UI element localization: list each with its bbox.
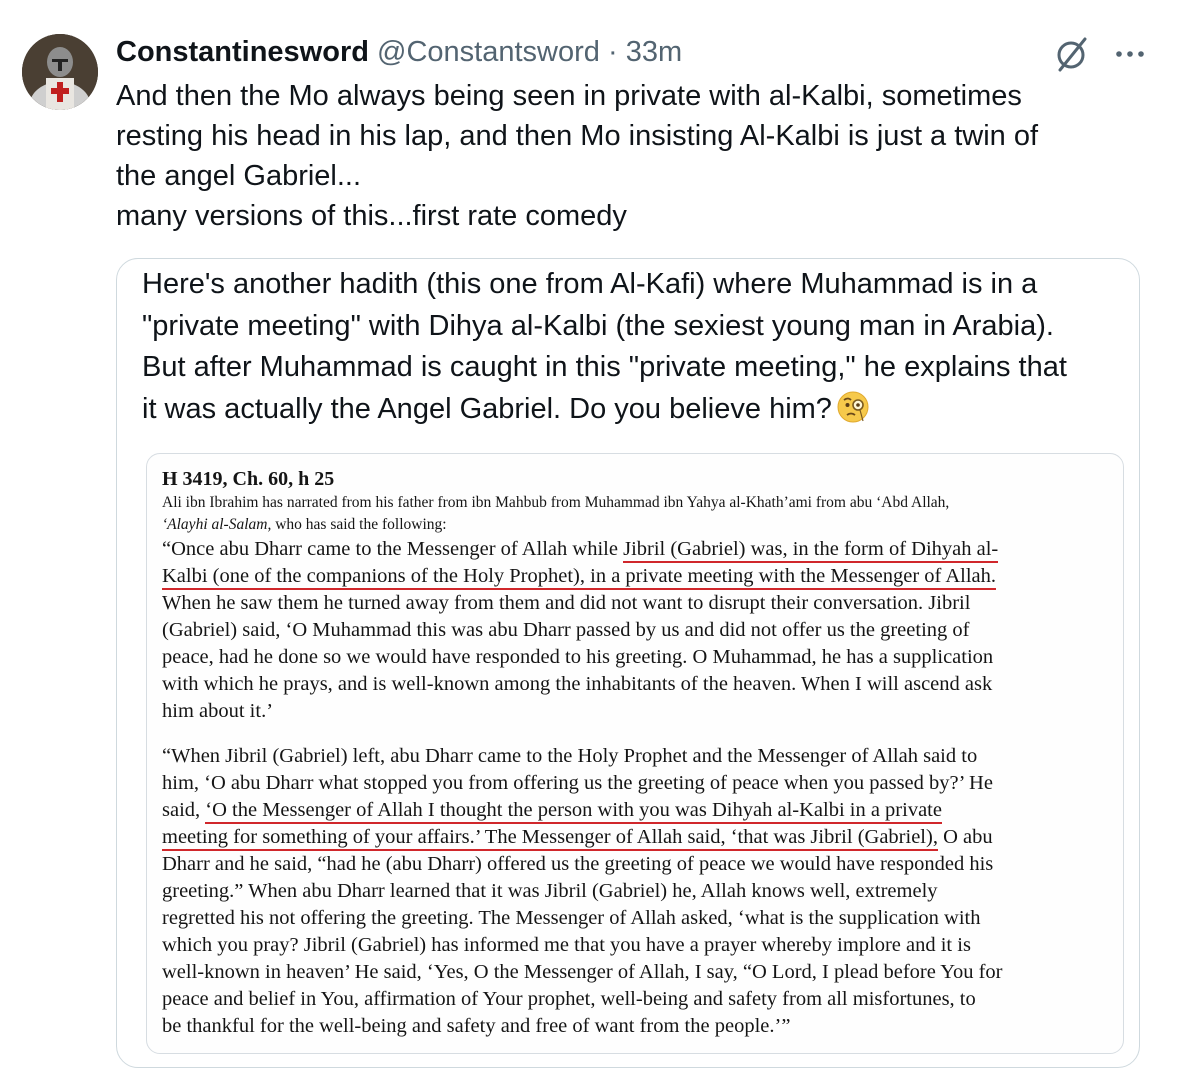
monocle-face-icon [837,391,869,422]
more-icon[interactable] [1112,36,1148,72]
doc-line: Dharr and he said, “had he (abu Dharr) o… [162,853,994,875]
doc-line: “When Jibril (Gabriel) left, abu Dharr c… [162,745,978,767]
doc-text: “Once abu Dharr came to the Messenger of… [162,538,624,560]
doc-line: “Once abu Dharr came to the Messenger of… [162,536,1122,563]
handle[interactable]: @Constantsword [377,36,600,68]
tweet-line: many versions of this...first rate comed… [116,200,627,232]
doc-line: When he saw them he turned away from the… [162,592,971,614]
tweet-header: Constantinesword @Constantsword · 33m [116,34,682,70]
doc-line: be thankful for the well-being and safet… [162,1015,791,1037]
avatar[interactable] [22,34,98,110]
doc-line: peace, had he done so we would have resp… [162,646,994,668]
tweet-text: And then the Mo always being seen in pri… [116,76,1176,236]
doc-line: well-known in heaven’ He said, ‘Yes, O t… [162,961,1003,983]
quote-line: "private meeting" with Dihya al-Kalbi (t… [142,309,1054,342]
doc-line: greeting.” When abu Dharr learned that i… [162,880,938,902]
doc-text: O abu [937,826,993,848]
honorific: ‘Alayhi al-Salam, [162,516,272,533]
underlined-text: Jibril (Gabriel) was, in the form of Dih… [623,538,999,563]
doc-line: which you pray? Jibril (Gabriel) has inf… [162,934,971,956]
quote-line-with-emoji: it was actually the Angel Gabriel. Do yo… [142,389,1142,431]
tweet-line: And then the Mo always being seen in pri… [116,80,1022,112]
doc-line: with which he prays, and is well-known a… [162,673,993,695]
display-name[interactable]: Constantinesword [116,36,369,68]
isnad-line: ‘Alayhi al-Salam, who has said the follo… [162,514,1122,536]
doc-line: Kalbi (one of the companions of the Holy… [162,563,1122,590]
underlined-text: ‘O the Messenger of Allah I thought the … [205,799,942,824]
quote-line: Here's another hadith (this one from Al-… [142,268,1038,300]
tweet-line: resting his head in his lap, and then Mo… [116,120,1039,152]
underlined-text: meeting for something of your affairs.’ … [162,826,938,851]
timestamp[interactable]: 33m [626,36,682,68]
quote-line: it was actually the Angel Gabriel. Do yo… [142,392,832,425]
knight-avatar-icon [22,34,98,110]
hadith-reference-title: H 3419, Ch. 60, h 25 [162,468,335,490]
quote-line: But after Muhammad is caught in this "pr… [142,351,1067,383]
doc-line: (Gabriel) said, ‘O Muhammad this was abu… [162,619,970,641]
doc-line: meeting for something of your affairs.’ … [162,824,1122,851]
isnad-rest: who has said the following: [271,516,447,533]
doc-line: him about it.’ [162,700,274,722]
doc-line: said, ‘O the Messenger of Allah I though… [162,797,1122,824]
doc-text: said, [162,799,206,821]
quoted-tweet-text: Here's another hadith (this one from Al-… [142,264,1142,430]
grok-icon[interactable] [1052,34,1092,74]
doc-line: peace and belief in You, affirmation of … [162,988,976,1010]
underlined-text: Kalbi (one of the companions of the Holy… [162,565,997,590]
isnad-line: Ali ibn Ibrahim has narrated from his fa… [162,494,950,511]
dot-separator: · [607,36,618,68]
tweet-line: the angel Gabriel... [116,160,362,192]
doc-line: him, ‘O abu Dharr what stopped you from … [162,772,993,794]
doc-line: regretted his not offering the greeting.… [162,907,981,929]
hadith-document-text: H 3419, Ch. 60, h 25 Ali ibn Ibrahim has… [162,466,1122,1040]
